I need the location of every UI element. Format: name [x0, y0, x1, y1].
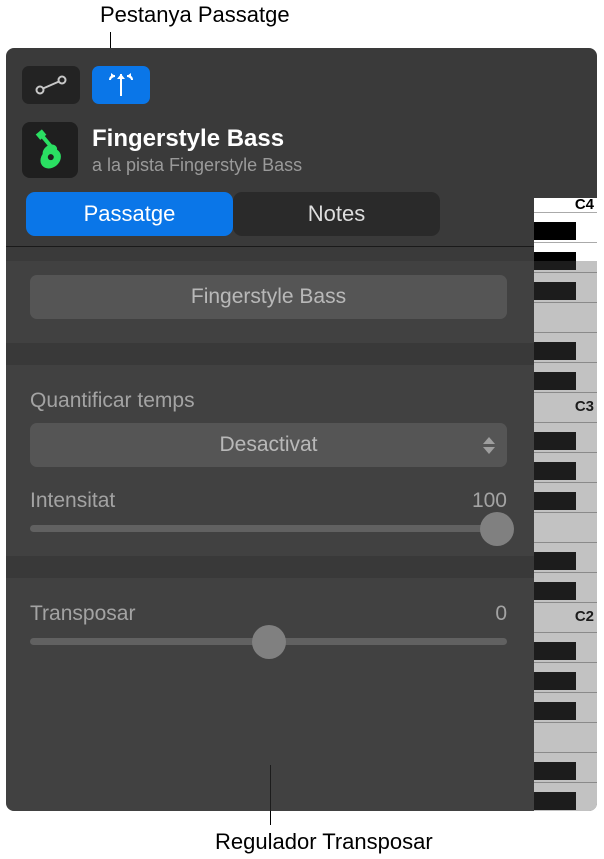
bass-guitar-icon — [27, 127, 73, 173]
track-instrument-icon[interactable] — [22, 122, 78, 178]
tab-region[interactable]: Passatge — [26, 192, 233, 236]
slider-knob[interactable] — [480, 512, 514, 546]
track-title: Fingerstyle Bass — [92, 125, 302, 153]
piano-ruler[interactable]: C4 C3 C2 — [534, 198, 597, 811]
slider-knob[interactable] — [252, 625, 286, 659]
transpose-slider[interactable] — [30, 638, 507, 645]
callout-line — [270, 765, 271, 825]
track-header: Fingerstyle Bass a la pista Fingerstyle … — [6, 114, 597, 192]
tab-notes[interactable]: Notes — [233, 192, 440, 236]
piano-label-c4: C4 — [575, 196, 594, 213]
transpose-label: Transposar — [30, 602, 135, 626]
transpose-value: 0 — [495, 602, 507, 626]
toolbar — [6, 48, 597, 114]
strength-value: 100 — [472, 489, 507, 513]
catch-playhead-button[interactable] — [92, 66, 150, 104]
strength-slider[interactable] — [30, 525, 507, 532]
callout-top-label: Pestanya Passatge — [100, 2, 290, 28]
automation-icon — [34, 74, 68, 96]
transpose-group: Transposar 0 — [6, 578, 531, 669]
catch-playhead-icon — [106, 72, 136, 98]
piano-label-c3: C3 — [575, 398, 594, 415]
piano-label-c2: C2 — [575, 608, 594, 625]
tabs: Passatge Notes — [6, 192, 466, 236]
region-name-field[interactable]: Fingerstyle Bass — [30, 275, 507, 319]
chevron-up-down-icon — [483, 437, 495, 454]
automation-button[interactable] — [22, 66, 80, 104]
quantize-group: Quantificar temps Desactivat Intensitat … — [6, 365, 531, 556]
quantize-label: Quantificar temps — [30, 389, 507, 413]
divider — [6, 246, 597, 247]
divider — [6, 556, 597, 578]
track-subtitle: a la pista Fingerstyle Bass — [92, 155, 302, 176]
quantize-value: Desactivat — [219, 433, 317, 457]
quantize-dropdown[interactable]: Desactivat — [30, 423, 507, 467]
editor-panel: Fingerstyle Bass a la pista Fingerstyle … — [6, 48, 597, 811]
callout-bottom-label: Regulador Transposar — [215, 829, 433, 855]
strength-label: Intensitat — [30, 489, 115, 513]
divider — [6, 343, 597, 365]
